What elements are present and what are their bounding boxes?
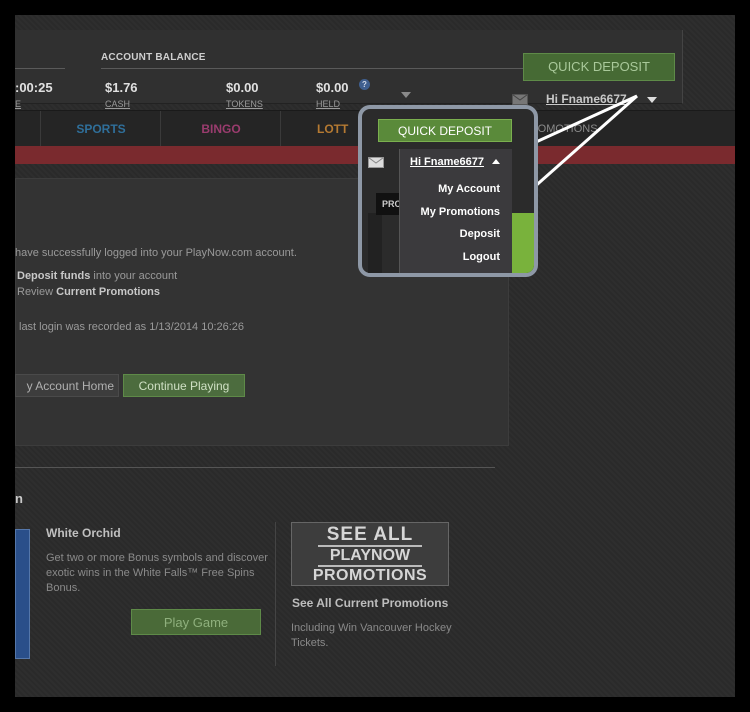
- app-frame: :00:25 E ACCOUNT BALANCE $1.76 CASH $0.0…: [15, 15, 735, 697]
- menu-item-deposit[interactable]: Deposit: [460, 228, 500, 240]
- zoom-callout: PROM QUICK DEPOSIT Hi Fname6677 My Accou…: [358, 105, 538, 277]
- menu-item-logout[interactable]: Logout: [463, 251, 500, 263]
- background-strip: [368, 213, 382, 273]
- quick-deposit-button[interactable]: QUICK DEPOSIT: [378, 119, 512, 142]
- user-greeting-link[interactable]: Hi Fname6677: [410, 156, 484, 168]
- chevron-up-icon[interactable]: [492, 159, 500, 164]
- menu-item-my-promotions[interactable]: My Promotions: [421, 206, 500, 218]
- mail-icon[interactable]: [368, 157, 384, 168]
- account-dropdown-menu: Hi Fname6677 My Account My Promotions De…: [399, 149, 512, 273]
- menu-item-my-account[interactable]: My Account: [438, 183, 500, 195]
